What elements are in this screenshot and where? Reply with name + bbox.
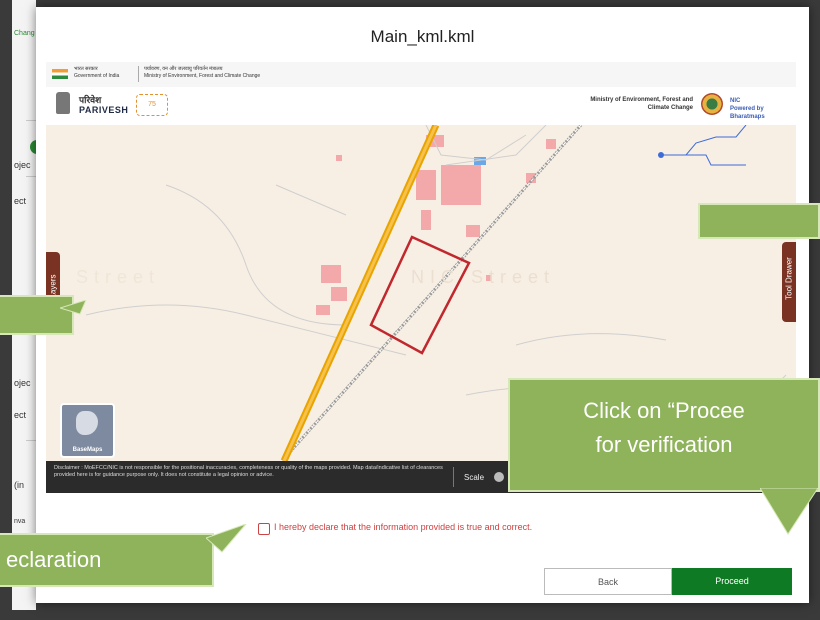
india-map-icon: [76, 411, 98, 435]
disclaimer-text: Disclaimer : MoEFCC/NIC is not responsib…: [54, 465, 443, 478]
scale-toggle[interactable]: [494, 472, 504, 482]
map-watermark: Street: [76, 267, 161, 287]
callout-pointer-left: [60, 300, 87, 315]
callout-pointer-proceed: [760, 488, 819, 535]
callout-pointer-declaration: [206, 524, 247, 553]
header-separator: [138, 66, 139, 82]
moefcc-logo-icon: [701, 93, 723, 115]
proceed-button[interactable]: Proceed: [672, 568, 792, 595]
tool-drawer-toggle[interactable]: Tool Drawer: [782, 242, 796, 322]
scale-label: Scale: [464, 473, 485, 482]
azadi-ka-amrit-mahotsav-logo: 75: [136, 94, 168, 116]
brand-header-bar: परिवेश PARIVESH 75 Ministry of Environme…: [46, 87, 796, 126]
disclaimer-separator: [453, 467, 454, 487]
background-fragment: Chang: [14, 30, 35, 37]
government-of-india-label: भारत सरकार Government of India: [74, 66, 120, 79]
government-header-bar: भारत सरकार Government of India पर्यावरण,…: [46, 62, 796, 88]
declaration-text: I hereby declare that the information pr…: [274, 522, 533, 532]
tool-drawer-label: Tool Drawer: [784, 257, 794, 300]
national-emblem-icon: [56, 92, 70, 114]
modal-title: Main_kml.kml: [370, 27, 475, 46]
back-button[interactable]: Back: [544, 568, 672, 595]
tutorial-callout-proceed: Click on “Procee for verification: [508, 378, 820, 492]
tutorial-callout-top: [698, 203, 820, 239]
declaration-checkbox[interactable]: [258, 523, 270, 535]
background-fragment: nva: [14, 518, 26, 525]
background-fragment: ect: [14, 410, 27, 420]
basemaps-button[interactable]: BaseMaps: [60, 403, 115, 458]
background-fragment: (in: [14, 480, 25, 490]
map-watermark: NIC Street: [411, 267, 556, 287]
india-flag-icon: [52, 69, 68, 79]
ministry-label: पर्यावरण, वन और जलवायु परिवर्तन मंत्रालय…: [144, 66, 261, 79]
background-fragment: ect: [14, 196, 27, 206]
parivesh-logo: PARIVESH: [79, 105, 129, 115]
background-fragment: ojec: [14, 378, 31, 388]
tutorial-callout-declaration: eclaration: [0, 533, 214, 587]
basemaps-label: BaseMaps: [72, 447, 103, 453]
nic-logo: NIC Powered by Bharatmaps: [730, 98, 765, 120]
background-fragment: ojec: [14, 160, 31, 170]
moefcc-title: Ministry of Environment, Forest and Clim…: [590, 97, 693, 111]
kml-preview-modal: Main_kml.kml भारत सरकार Government of In…: [36, 7, 809, 603]
